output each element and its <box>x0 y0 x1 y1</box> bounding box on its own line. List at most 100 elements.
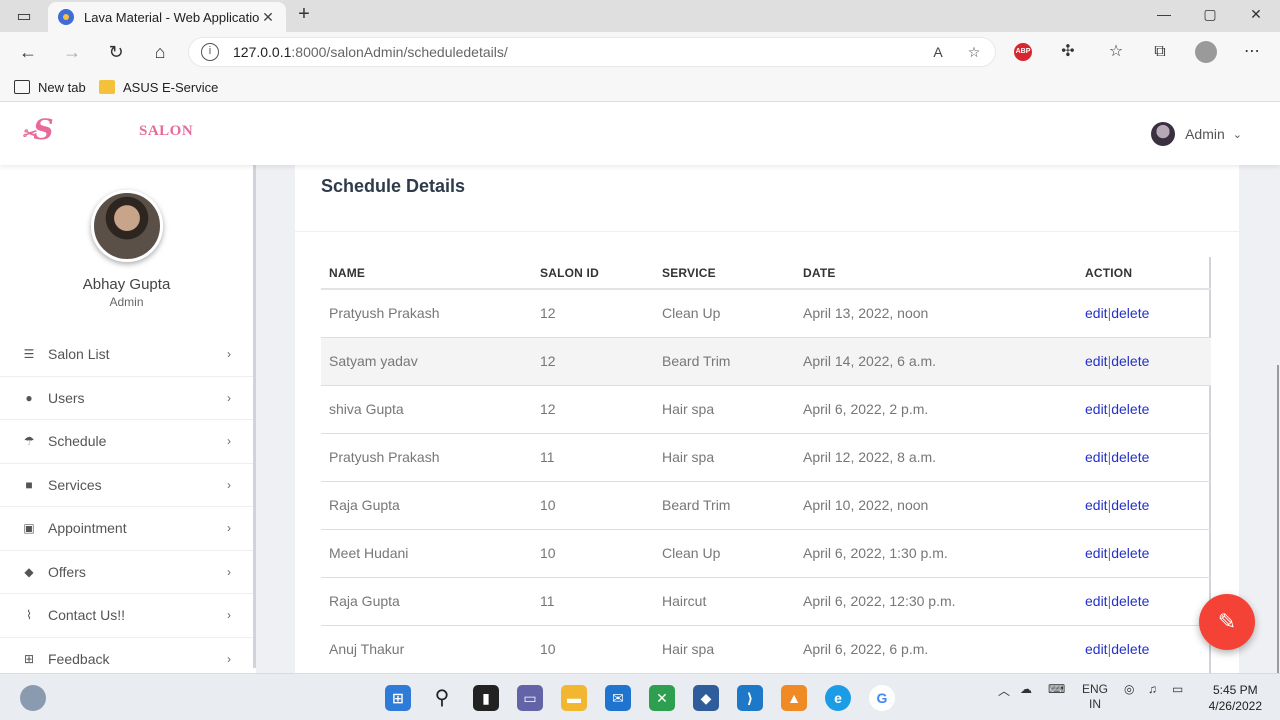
sidebar-item-label: Contact Us!! <box>48 607 126 624</box>
url-text[interactable]: 127.0.0.1:8000/salonAdmin/scheduledetail… <box>233 44 508 60</box>
table-row: Raja Gupta 10 Beard Trim April 10, 2022, no… <box>321 481 1211 530</box>
tab-close-icon[interactable]: ✕ <box>260 9 276 26</box>
edit-link[interactable]: edit <box>1085 401 1108 417</box>
bookmark-asus[interactable]: ASUS E-Service <box>99 77 218 97</box>
chevron-right-icon: › <box>227 651 231 666</box>
maximize-icon[interactable]: ▢ <box>1200 6 1220 23</box>
edit-link[interactable]: edit <box>1085 593 1108 609</box>
cell-service: Beard Trim <box>654 481 795 530</box>
sidebar-menu: ☰ Salon List › ● Users › ☂ Schedule › ■ Services › ▣… <box>0 333 253 668</box>
clock-date: 4/26/2022 <box>1208 699 1262 713</box>
collections-icon[interactable]: ⧉ <box>1148 40 1172 64</box>
language-indicator[interactable]: ENG IN <box>1082 682 1108 712</box>
teams-chat-icon[interactable]: ▭ <box>517 685 543 711</box>
site-info-icon[interactable]: i <box>201 43 219 61</box>
cell-action: edit|delete <box>1077 577 1211 626</box>
cell-date: April 6, 2022, 12:30 p.m. <box>795 577 1077 626</box>
more-menu-icon[interactable]: ⋯ <box>1240 40 1264 64</box>
chevron-right-icon: › <box>227 608 231 623</box>
sidebar-item-label: Services <box>48 476 102 493</box>
brand-name[interactable]: SALON <box>139 123 193 140</box>
delete-link[interactable]: delete <box>1111 305 1149 321</box>
cell-salon-id: 10 <box>532 529 654 578</box>
app-icon[interactable]: ✕ <box>649 685 675 711</box>
favorite-star-icon[interactable]: ☆ <box>963 38 985 66</box>
minimize-icon[interactable]: — <box>1154 6 1174 22</box>
tray-chevron-up-icon[interactable]: ︿ <box>998 682 1010 699</box>
save-icon: ■ <box>25 477 33 492</box>
vscode-icon[interactable]: ⟩ <box>737 685 763 711</box>
bookmarks-bar: New tab ASUS E-Service <box>0 72 1280 102</box>
sidebar-item-services[interactable]: ■ Services › <box>0 464 253 507</box>
sidebar-item-label: Salon List <box>48 346 110 363</box>
file-explorer-icon[interactable]: ▬ <box>561 685 587 711</box>
page-scrollbar[interactable] <box>1276 165 1280 720</box>
forward-icon[interactable]: → <box>60 40 84 64</box>
vlc-icon[interactable]: ▲ <box>781 685 807 711</box>
chrome-google-icon[interactable]: G <box>869 685 895 711</box>
browser-tab[interactable]: Lava Material - Web Application ✕ <box>48 2 286 32</box>
weather-widget-icon[interactable] <box>20 685 46 711</box>
close-window-icon[interactable]: ✕ <box>1246 6 1266 23</box>
cell-name: Raja Gupta <box>321 481 532 530</box>
browser-tab-bar: ▭ Lava Material - Web Application ✕ + — … <box>0 0 1280 32</box>
delete-link[interactable]: delete <box>1111 593 1149 609</box>
delete-link[interactable]: delete <box>1111 401 1149 417</box>
edit-link[interactable]: edit <box>1085 545 1108 561</box>
sidebar-item-appointment[interactable]: ▣ Appointment › <box>0 507 253 551</box>
scrollbar-thumb[interactable] <box>1277 365 1279 720</box>
sidebar-item-salon-list[interactable]: ☰ Salon List › <box>0 333 253 377</box>
pencil-icon: ✎ <box>1217 609 1237 634</box>
url-bar[interactable]: i 127.0.0.1:8000/salonAdmin/scheduledeta… <box>188 37 996 67</box>
network-icon[interactable]: ◎ <box>1124 682 1134 696</box>
back-icon[interactable]: ← <box>16 40 40 64</box>
profile-icon[interactable] <box>1194 40 1218 64</box>
new-tab-icon[interactable]: + <box>294 3 314 26</box>
keyboard-icon[interactable]: ⌨ <box>1048 682 1065 696</box>
admin-user-menu[interactable]: Admin ⌄ <box>1151 122 1242 146</box>
system-clock[interactable]: 5:45 PM 4/26/2022 <box>1209 682 1262 714</box>
app-icon-2[interactable]: ◆ <box>693 685 719 711</box>
start-icon[interactable]: ⊞ <box>385 685 411 711</box>
bookmark-new-tab[interactable]: New tab <box>14 77 86 97</box>
mail-icon[interactable]: ✉ <box>605 685 631 711</box>
refresh-icon[interactable]: ↻ <box>104 40 128 64</box>
cell-date: April 6, 2022, 2 p.m. <box>795 385 1077 434</box>
sidebar-item-feedback[interactable]: ⊞ Feedback › <box>0 638 253 669</box>
extensions-icon[interactable]: ✣ <box>1056 40 1080 64</box>
delete-link[interactable]: delete <box>1111 641 1149 657</box>
tab-actions-icon[interactable]: ▭ <box>14 6 34 26</box>
column-header-action: ACTION <box>1077 257 1211 290</box>
delete-link[interactable]: delete <box>1111 449 1149 465</box>
sidebar-item-users[interactable]: ● Users › <box>0 377 253 420</box>
app-header: ✂S SALON Admin ⌄ <box>0 103 1280 165</box>
sidebar-item-offers[interactable]: ◆ Offers › <box>0 551 253 594</box>
edit-fab-button[interactable]: ✎ <box>1199 594 1255 650</box>
sidebar-item-contact-us[interactable]: ⌇ Contact Us!! › <box>0 594 253 638</box>
edit-link[interactable]: edit <box>1085 305 1108 321</box>
schedule-table-wrapper: NAME SALON ID SERVICE DATE ACTION Pratyu… <box>321 257 1211 673</box>
onedrive-icon[interactable]: ☁ <box>1020 682 1032 696</box>
salon-logo[interactable]: ✂S <box>22 113 54 146</box>
battery-icon[interactable]: ▭ <box>1172 682 1183 696</box>
table-row: Meet Hudani 10 Clean Up April 6, 2022, 1:30… <box>321 529 1211 578</box>
favorites-icon[interactable]: ☆ <box>1104 40 1128 64</box>
edit-link[interactable]: edit <box>1085 353 1108 369</box>
edit-link[interactable]: edit <box>1085 497 1108 513</box>
edge-browser-icon[interactable]: e <box>825 685 851 711</box>
delete-link[interactable]: delete <box>1111 545 1149 561</box>
adblock-extension-icon[interactable]: ABP <box>1011 40 1035 64</box>
cell-service: Beard Trim <box>654 337 795 386</box>
image-icon: ▣ <box>23 521 35 536</box>
delete-link[interactable]: delete <box>1111 353 1149 369</box>
volume-icon[interactable]: ♫ <box>1148 682 1157 696</box>
column-header-salon-id: SALON ID <box>532 257 654 290</box>
task-view-icon[interactable]: ▮ <box>473 685 499 711</box>
home-icon[interactable]: ⌂ <box>148 40 172 64</box>
search-icon[interactable]: ⚲ <box>429 685 455 711</box>
read-aloud-icon[interactable]: A <box>927 38 949 66</box>
edit-link[interactable]: edit <box>1085 641 1108 657</box>
edit-link[interactable]: edit <box>1085 449 1108 465</box>
sidebar-item-schedule[interactable]: ☂ Schedule › <box>0 420 253 464</box>
delete-link[interactable]: delete <box>1111 497 1149 513</box>
